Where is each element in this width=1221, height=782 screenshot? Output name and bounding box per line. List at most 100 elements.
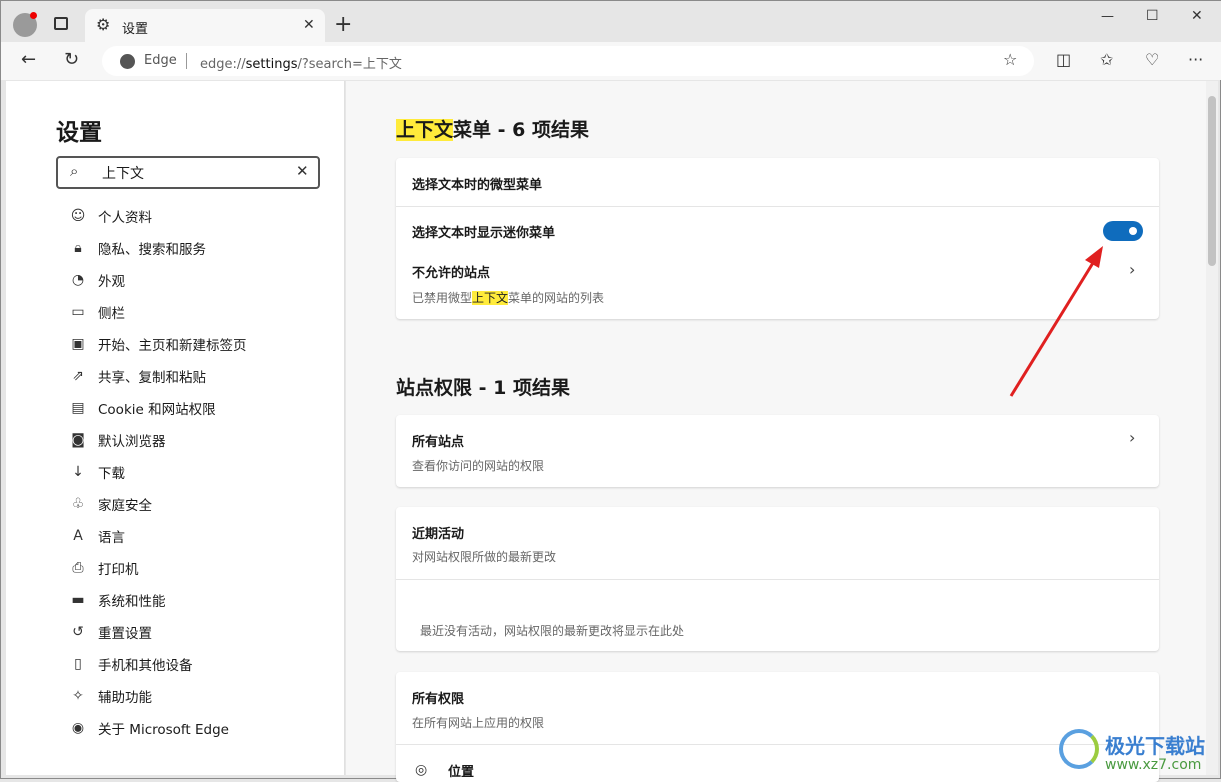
watermark-url: www.xz7.com (1105, 757, 1202, 773)
new-tab-button[interactable]: + (334, 14, 352, 36)
all-sites-title: 所有站点 (412, 435, 465, 450)
accessibility-icon: ✧ (72, 688, 84, 704)
home-icon: ▣ (71, 336, 85, 352)
chevron-right-icon[interactable]: › (1129, 260, 1135, 279)
divider (396, 579, 1159, 580)
site-label: Edge (144, 53, 177, 68)
section-title-context-menu: 上下文菜单 - 6 项结果 (396, 115, 589, 142)
sidebar-item-label: 手机和其他设备 (98, 658, 193, 674)
tab-settings[interactable] (85, 9, 325, 42)
mini-menu-toggle-label: 选择文本时显示迷你菜单 (412, 226, 556, 241)
refresh-icon[interactable]: ↻ (64, 51, 79, 69)
palette-icon: ◔ (71, 272, 85, 288)
sidebar-item[interactable]: ⇗ 共享、复制和粘贴 (68, 365, 206, 387)
sub-a: 已禁用微型 (412, 291, 473, 305)
minimize-button[interactable]: — (1101, 10, 1114, 23)
edge-icon: ◉ (71, 720, 85, 736)
url-rest: /?search=上下文 (297, 57, 402, 72)
sidebar-item[interactable]: 🔒︎ 隐私、搜索和服务 (68, 237, 206, 259)
all-permissions-subtitle: 在所有网站上应用的权限 (412, 716, 545, 730)
notification-dot (30, 12, 37, 19)
sidebar-item[interactable]: ◙ 默认浏览器 (68, 429, 166, 451)
search-icon: ⌕ (70, 162, 79, 180)
sidebar-item-label: 隐私、搜索和服务 (98, 242, 206, 258)
clear-search-icon[interactable]: ✕ (296, 164, 309, 179)
sidebar-item-label: 默认浏览器 (98, 434, 166, 450)
settings-title: 设置 (56, 120, 102, 146)
location-label[interactable]: 位置 (448, 761, 474, 780)
reset-icon: ↺ (72, 624, 84, 640)
edge-logo-icon (120, 54, 135, 69)
url-prefix: edge:// (200, 57, 246, 72)
maximize-button[interactable]: ☐ (1146, 9, 1159, 23)
divider (396, 744, 1159, 745)
sub-b: 菜单的网站的列表 (508, 291, 605, 305)
sidebar-item-label: 下载 (98, 466, 125, 482)
arrow-line (1009, 257, 1098, 397)
watermark-name: 极光下载站 (1105, 734, 1205, 758)
section-title-site-permissions: 站点权限 - 1 项结果 (396, 377, 570, 399)
favorites-icon[interactable]: ✩ (1100, 52, 1113, 68)
sidebar-item[interactable]: ▬ 系统和性能 (68, 589, 166, 611)
split-screen-icon[interactable]: ◫ (1056, 52, 1071, 68)
divider (396, 206, 1159, 207)
close-tab-icon[interactable]: ✕ (303, 18, 315, 32)
watermark-logo-icon (1059, 729, 1099, 769)
address-divider (186, 53, 187, 69)
sidebar-item-label: Cookie 和网站权限 (98, 402, 216, 418)
browser-essentials-icon[interactable]: ♡ (1145, 52, 1159, 68)
sub-highlight: 上下文 (472, 291, 509, 305)
sidebar-item-label: 系统和性能 (98, 594, 166, 610)
gear-icon: ⚙ (96, 15, 111, 34)
arrow-head (1085, 246, 1103, 268)
sidebar-item[interactable]: ☺ 个人资料 (68, 205, 152, 227)
sidebar-item[interactable]: ▭ 侧栏 (68, 301, 125, 323)
title-highlight: 上下文 (396, 119, 454, 141)
sidebar-item[interactable]: ▤ Cookie 和网站权限 (68, 397, 216, 419)
sidebar-item[interactable]: ▣ 开始、主页和新建标签页 (68, 333, 247, 355)
tab-actions-icon[interactable] (54, 17, 68, 30)
url-text[interactable]: edge://settings/?search=上下文 (200, 53, 402, 72)
scrollbar-thumb[interactable] (1208, 96, 1216, 266)
recent-activity-empty: 最近没有活动，网站权限的最新更改将显示在此处 (420, 624, 685, 638)
sidebar-item[interactable]: A 语言 (68, 525, 125, 547)
sidebar-item[interactable]: ↓ 下载 (68, 461, 125, 483)
download-icon: ↓ (72, 464, 84, 480)
location-icon: ◎ (415, 762, 428, 778)
family-icon: ♧ (71, 496, 85, 512)
all-sites-subtitle: 查看你访问的网站的权限 (412, 459, 545, 473)
favorite-star-icon[interactable]: ☆ (1003, 52, 1017, 68)
sidebar-item[interactable]: ✧ 辅助功能 (68, 685, 152, 707)
sidebar-item[interactable]: ◔ 外观 (68, 269, 125, 291)
url-host: settings (245, 57, 298, 72)
sidebar-item-label: 辅助功能 (98, 690, 152, 706)
lock-icon: 🔒︎ (74, 240, 82, 256)
sidebar-item-label: 重置设置 (98, 626, 152, 642)
browser-icon: ◙ (71, 432, 85, 448)
sidebar-item[interactable]: ♧ 家庭安全 (68, 493, 152, 515)
sidebar-item-label: 家庭安全 (98, 498, 152, 514)
recent-activity-subtitle: 对网站权限所做的最新更改 (412, 550, 557, 564)
red-arrow-annotation (1009, 246, 1103, 397)
search-input[interactable] (56, 156, 320, 189)
sidebar-item[interactable]: ↺ 重置设置 (68, 621, 152, 643)
sidebar-icon: ▭ (71, 304, 85, 320)
chevron-right-icon[interactable]: › (1129, 428, 1135, 447)
toggle-knob (1129, 227, 1137, 235)
more-icon[interactable]: ··· (1188, 52, 1203, 68)
printer-icon: ⎙ (72, 560, 84, 576)
all-permissions-title: 所有权限 (412, 692, 465, 707)
search-value: 上下文 (102, 166, 144, 182)
sidebar-item[interactable]: ◉ 关于 Microsoft Edge (68, 717, 229, 739)
back-icon[interactable]: ← (21, 51, 36, 69)
language-icon: A (73, 528, 83, 544)
blocked-sites-title[interactable]: 不允许的站点 (412, 262, 490, 281)
all-sites-card[interactable] (396, 415, 1159, 487)
sidebar-item-label: 侧栏 (98, 306, 125, 322)
close-window-button[interactable]: ✕ (1191, 9, 1203, 23)
recent-activity-title: 近期活动 (412, 527, 465, 542)
sidebar-item-label: 开始、主页和新建标签页 (98, 338, 247, 354)
sidebar-item-label: 外观 (98, 274, 125, 290)
sidebar-item[interactable]: ⎙ 打印机 (68, 557, 138, 579)
sidebar-item[interactable]: ▯ 手机和其他设备 (68, 653, 193, 675)
